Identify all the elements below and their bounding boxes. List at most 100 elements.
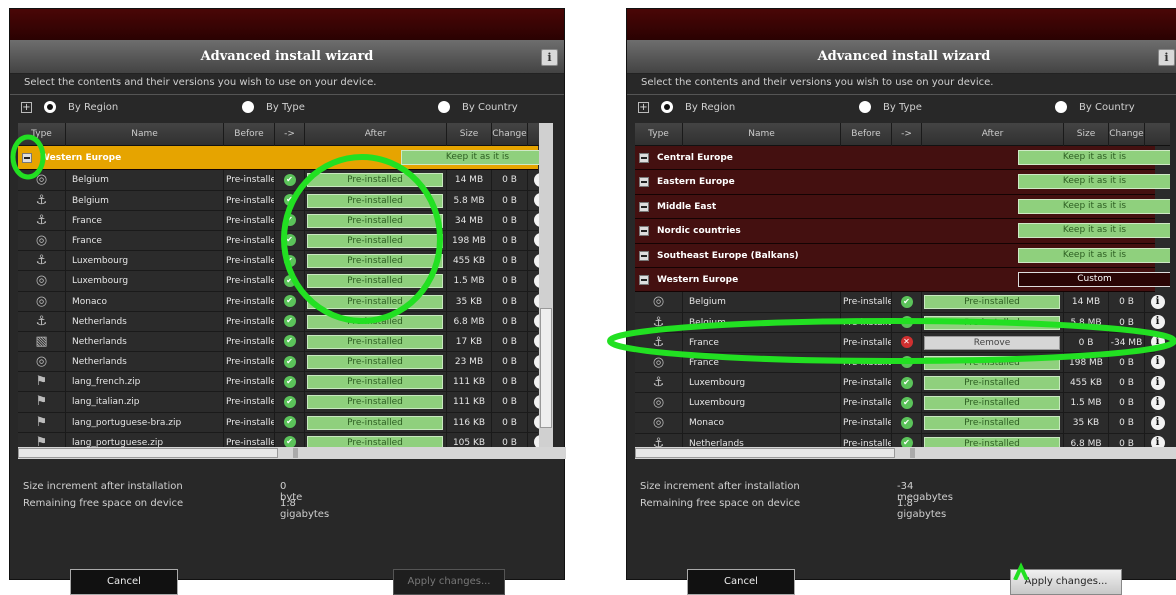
list-item[interactable]: ▧NetherlandsPre-installed✔Pre-installed1… <box>18 331 548 353</box>
after-select-button[interactable]: Pre-installed <box>307 355 443 370</box>
radio-selected-icon[interactable] <box>661 101 673 113</box>
col-size[interactable]: Size <box>1064 123 1109 146</box>
list-item[interactable]: ◎LuxembourgPre-installed✔Pre-installed1.… <box>18 271 548 292</box>
group-row[interactable]: Eastern Europe Keep it as it is <box>635 170 1170 195</box>
info-icon[interactable]: i <box>1150 294 1165 309</box>
group-row[interactable]: Middle East Keep it as it is <box>635 194 1170 220</box>
info-icon[interactable]: i <box>1150 415 1165 430</box>
group-state-button[interactable]: Keep it as it is <box>1018 198 1170 214</box>
info-icon[interactable]: i <box>1150 315 1165 330</box>
col-after[interactable]: After <box>922 123 1064 146</box>
group-row-western-europe[interactable]: Western Europe Keep it as it is <box>18 146 553 171</box>
list-item[interactable]: ◎FrancePre-installed✔Pre-installed198 MB… <box>18 230 548 252</box>
cancel-button[interactable]: Cancel <box>687 569 795 595</box>
after-select-button[interactable]: Pre-installed <box>307 415 443 430</box>
list-item[interactable]: ⚓LuxembourgPre-installed✔Pre-installed45… <box>18 251 548 272</box>
expand-all-button[interactable]: + <box>638 102 649 113</box>
after-select-button[interactable]: Remove <box>924 335 1060 350</box>
after-select-button[interactable]: Pre-installed <box>924 416 1060 431</box>
after-select-button[interactable]: Pre-installed <box>307 334 443 349</box>
group-row[interactable]: Central Europe Keep it as it is <box>635 146 1170 171</box>
group-state-button[interactable]: Keep it as it is <box>1018 247 1170 263</box>
scroll-thumb[interactable] <box>635 448 895 458</box>
apply-changes-button[interactable]: Apply changes... <box>393 569 505 595</box>
info-icon[interactable]: i <box>1150 436 1165 447</box>
col-change[interactable]: Change <box>492 123 528 146</box>
list-item[interactable]: ⚑lang_italian.zipPre-installed✔Pre-insta… <box>18 392 548 413</box>
apply-changes-button[interactable]: Apply changes... <box>1010 569 1122 595</box>
scroll-thumb[interactable] <box>540 308 552 428</box>
expand-icon[interactable] <box>639 226 649 237</box>
vertical-scrollbar[interactable] <box>539 123 553 447</box>
horizontal-scrollbar[interactable] <box>18 447 566 459</box>
after-select-button[interactable]: Pre-installed <box>307 395 443 410</box>
after-select-button[interactable]: Pre-installed <box>924 396 1060 411</box>
help-info-button[interactable]: i <box>541 49 558 66</box>
list-item[interactable]: ⚓NetherlandsPre-installed✔Pre-installed6… <box>18 311 548 332</box>
radio-selected-icon[interactable] <box>44 101 56 113</box>
col-arrow[interactable]: -> <box>275 123 305 146</box>
list-item[interactable]: ⚓FrancePre-installed✔Pre-installed34 MB0… <box>18 210 548 231</box>
after-select-button[interactable]: Pre-installed <box>307 173 443 188</box>
list-item[interactable]: ⚓LuxembourgPre-installed✔Pre-installed45… <box>635 373 1165 394</box>
after-select-button[interactable]: Pre-installed <box>307 314 443 329</box>
col-type[interactable]: Type <box>635 123 683 146</box>
help-info-button[interactable]: i <box>1158 49 1175 66</box>
list-item[interactable]: ◎NetherlandsPre-installed✔Pre-installed2… <box>18 352 548 373</box>
col-change[interactable]: Change <box>1109 123 1145 146</box>
after-select-button[interactable]: Pre-installed <box>307 274 443 289</box>
list-item[interactable]: ◎MonacoPre-installed✔Pre-installed35 KB0… <box>635 413 1165 434</box>
expand-all-button[interactable]: + <box>21 102 32 113</box>
radio-icon[interactable] <box>438 101 450 113</box>
radio-icon[interactable] <box>242 101 254 113</box>
option-by-region[interactable]: By Region <box>44 101 118 113</box>
after-select-button[interactable]: Pre-installed <box>924 376 1060 391</box>
after-select-button[interactable]: Pre-installed <box>924 295 1060 310</box>
group-state-button[interactable]: Keep it as it is <box>1018 150 1170 165</box>
after-select-button[interactable]: Pre-installed <box>307 233 443 248</box>
after-select-button[interactable]: Pre-installed <box>924 315 1060 330</box>
after-select-button[interactable]: Pre-installed <box>307 294 443 309</box>
group-state-button[interactable]: Keep it as it is <box>401 150 553 165</box>
expand-icon[interactable] <box>639 153 649 163</box>
option-by-country[interactable]: By Country <box>438 101 518 113</box>
scroll-thumb[interactable] <box>18 448 278 458</box>
col-before[interactable]: Before <box>224 123 275 146</box>
group-row[interactable]: Nordic countries Keep it as it is <box>635 219 1170 244</box>
group-state-button[interactable]: Custom <box>1018 271 1170 287</box>
after-select-button[interactable]: Pre-installed <box>924 436 1060 447</box>
after-select-button[interactable]: Pre-installed <box>924 355 1060 370</box>
option-by-type[interactable]: By Type <box>242 101 305 113</box>
col-before[interactable]: Before <box>841 123 892 146</box>
col-name[interactable]: Name <box>683 123 841 146</box>
group-state-button[interactable]: Keep it as it is <box>1018 223 1170 239</box>
list-item[interactable]: ⚓BelgiumPre-installed✔Pre-installed5.8 M… <box>635 312 1165 333</box>
col-size[interactable]: Size <box>447 123 492 146</box>
list-item[interactable]: ◎LuxembourgPre-installed✔Pre-installed1.… <box>635 393 1165 414</box>
list-item[interactable]: ◎MonacoPre-installed✔Pre-installed35 KB0… <box>18 291 548 312</box>
collapse-icon[interactable] <box>22 153 32 163</box>
expand-icon[interactable] <box>639 201 649 212</box>
option-by-type[interactable]: By Type <box>859 101 922 113</box>
group-row[interactable]: Western Europe Custom <box>635 267 1170 293</box>
info-icon[interactable]: i <box>1150 355 1165 370</box>
list-item[interactable]: ⚓BelgiumPre-installed✔Pre-installed5.8 M… <box>18 190 548 211</box>
radio-icon[interactable] <box>1055 101 1067 113</box>
expand-icon[interactable] <box>639 177 649 188</box>
list-item[interactable]: ◎FrancePre-installed✔Pre-installed198 MB… <box>635 352 1165 374</box>
collapse-icon[interactable] <box>639 274 649 285</box>
info-icon[interactable]: i <box>1150 375 1165 390</box>
cancel-button[interactable]: Cancel <box>70 569 178 595</box>
list-item[interactable]: ⚑lang_french.zipPre-installed✔Pre-instal… <box>18 372 548 393</box>
col-name[interactable]: Name <box>66 123 224 146</box>
radio-icon[interactable] <box>859 101 871 113</box>
group-row[interactable]: Southeast Europe (Balkans) Keep it as it … <box>635 243 1170 268</box>
col-type[interactable]: Type <box>18 123 66 146</box>
info-icon[interactable]: i <box>1150 335 1165 350</box>
after-select-button[interactable]: Pre-installed <box>307 213 443 228</box>
group-state-button[interactable]: Keep it as it is <box>1018 174 1170 190</box>
col-after[interactable]: After <box>305 123 447 146</box>
col-arrow[interactable]: -> <box>892 123 922 146</box>
after-select-button[interactable]: Pre-installed <box>307 435 443 447</box>
option-by-region[interactable]: By Region <box>661 101 735 113</box>
